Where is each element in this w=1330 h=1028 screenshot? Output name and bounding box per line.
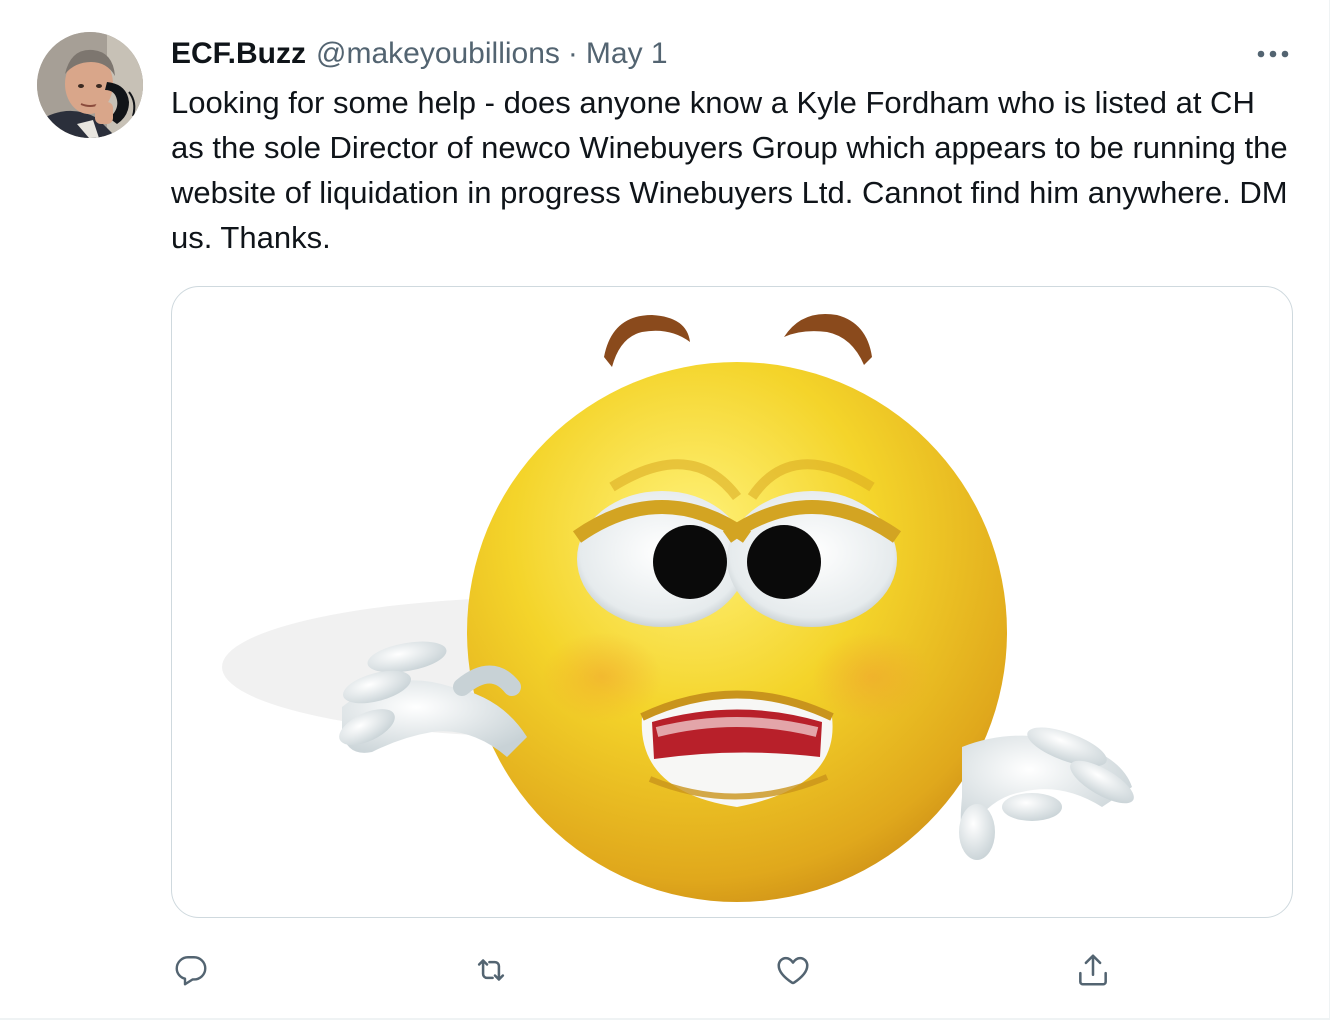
tweet-card[interactable]: ECF.Buzz @makeyoubillions · May 1 Lookin… [0, 0, 1330, 1020]
display-name[interactable]: ECF.Buzz [171, 37, 306, 71]
tweet-date[interactable]: May 1 [586, 37, 668, 71]
avatar[interactable] [37, 32, 143, 138]
user-handle[interactable]: @makeyoubillions [316, 37, 560, 71]
like-button[interactable] [771, 945, 815, 995]
retweet-icon [477, 959, 505, 981]
tweet-actions [0, 945, 1330, 995]
header-separator: · [567, 37, 578, 70]
share-button[interactable] [1071, 945, 1115, 995]
tweet-media-image[interactable] [171, 286, 1293, 918]
reply-icon [175, 956, 207, 986]
retweet-button[interactable] [469, 945, 513, 995]
reply-button[interactable] [169, 945, 213, 995]
share-icon [1079, 954, 1107, 986]
more-options-button[interactable] [1250, 36, 1296, 72]
heart-icon [777, 956, 809, 985]
tweet-text: Looking for some help - does anyone know… [171, 85, 1288, 255]
avatar-photo [37, 32, 143, 138]
shocked-emoji-image [222, 313, 1134, 902]
more-dots-icon [1257, 50, 1289, 58]
tweet-header: ECF.Buzz @makeyoubillions · May 1 [171, 32, 668, 76]
